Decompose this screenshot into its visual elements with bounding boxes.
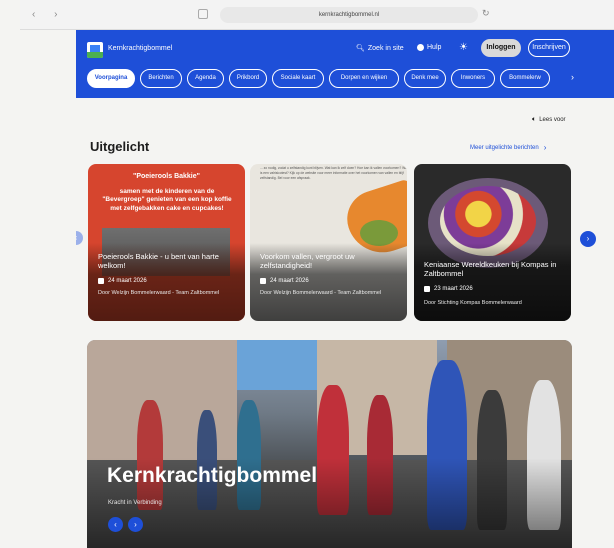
- nav-item-sociale-kaart[interactable]: Sociale kaart: [272, 69, 324, 88]
- featured-card[interactable]: "Poeierools Bakkie" samen met de kindere…: [88, 164, 245, 321]
- poster-text: ... zo nodig, zodat u zelfstandig kunt b…: [260, 166, 407, 181]
- hero-banner: Kernkrachtigbommel Kracht in Verbinding …: [87, 340, 572, 548]
- browser-nav-arrows[interactable]: ‹ ›: [32, 9, 65, 20]
- help-link[interactable]: Hulp: [417, 44, 441, 51]
- hero-next-button[interactable]: ›: [128, 517, 143, 532]
- card-organization: Door Stichting Kompas Bommelerwaard: [424, 300, 522, 306]
- theme-toggle-icon[interactable]: ☀: [459, 42, 468, 53]
- page: Kernkrachtigbommel 🔍︎ Zoek in site Hulp …: [76, 30, 614, 548]
- poster-heading: "Poeierools Bakkie": [133, 173, 200, 180]
- card-date: 24 maart 2026: [260, 278, 309, 284]
- search-link[interactable]: 🔍︎ Zoek in site: [356, 44, 404, 53]
- calendar-icon: [424, 286, 430, 292]
- nav-item-prikbord[interactable]: Prikbord: [229, 69, 267, 88]
- hero-title: Kernkrachtigbommel: [107, 464, 318, 487]
- more-featured-link[interactable]: Meer uitgelichte berichten ›: [470, 143, 546, 152]
- calendar-icon: [260, 278, 266, 284]
- featured-card[interactable]: ... zo nodig, zodat u zelfstandig kunt b…: [250, 164, 407, 321]
- nav-item-inwoners[interactable]: Inwoners: [451, 69, 495, 88]
- login-button[interactable]: Inloggen: [481, 39, 521, 57]
- card-title[interactable]: Voorkom vallen, vergroot uw zelfstandigh…: [260, 252, 400, 271]
- read-aloud-label: Lees voor: [539, 117, 566, 123]
- site-name[interactable]: Kernkrachtigbommel: [108, 45, 172, 52]
- carousel-next-button[interactable]: ›: [580, 231, 596, 247]
- nav-item-dorpen-en-wijken[interactable]: Dorpen en wijken: [329, 69, 399, 88]
- carousel-prev-button[interactable]: ‹: [76, 231, 83, 245]
- chevron-right-icon: ›: [543, 143, 547, 152]
- signup-button[interactable]: Inschrijven: [528, 39, 570, 57]
- shield-icon: [198, 9, 208, 19]
- card-organization: Door Welzijn Bommelerwaard - Team Zaltbo…: [260, 290, 382, 296]
- speaker-icon: 🔈︎: [532, 116, 537, 123]
- reload-icon[interactable]: ↻: [482, 8, 490, 19]
- help-label: Hulp: [427, 44, 442, 51]
- nav-item-bommelerwaard[interactable]: Bommelerw: [500, 69, 550, 88]
- hero-prev-button[interactable]: ‹: [108, 517, 123, 532]
- nav-item-denk-mee[interactable]: Denk mee: [404, 69, 446, 88]
- poster-body: samen met de kinderen van de "Bevergroep…: [102, 188, 232, 212]
- card-title[interactable]: Keniaanse Wereldkeuken bij Kompas in Zal…: [424, 260, 564, 279]
- nav-item-berichten[interactable]: Berichten: [140, 69, 182, 88]
- featured-card[interactable]: Keniaanse Wereldkeuken bij Kompas in Zal…: [414, 164, 571, 321]
- browser-toolbar: ‹ › kernkrachtigbommel.nl ↻: [20, 0, 614, 30]
- section-title: Uitgelicht: [90, 139, 150, 154]
- help-icon: [417, 44, 424, 51]
- site-header: Kernkrachtigbommel 🔍︎ Zoek in site Hulp …: [76, 30, 614, 98]
- card-date-label: 23 maart 2026: [434, 286, 473, 292]
- read-aloud-button[interactable]: 🔈︎ Lees voor: [532, 116, 566, 124]
- calendar-icon: [98, 278, 104, 284]
- more-featured-label: Meer uitgelichte berichten: [470, 144, 539, 151]
- nav-scroll-next-icon[interactable]: ›: [571, 72, 574, 82]
- nav-item-voorpagina[interactable]: Voorpagina: [87, 69, 135, 88]
- card-date-label: 24 maart 2026: [270, 278, 309, 284]
- search-label: Zoek in site: [367, 44, 404, 52]
- url-bar[interactable]: kernkrachtigbommel.nl: [220, 7, 478, 23]
- card-date: 24 maart 2026: [98, 278, 147, 284]
- main-nav: Voorpagina Berichten Agenda Prikbord Soc…: [87, 69, 587, 89]
- hero-subtitle: Kracht in Verbinding: [108, 500, 162, 506]
- card-organization: Door Welzijn Bommelerwaard - Team Zaltbo…: [98, 290, 220, 296]
- nav-item-agenda[interactable]: Agenda: [187, 69, 224, 88]
- card-date: 23 maart 2026: [424, 286, 473, 292]
- card-date-label: 24 maart 2026: [108, 278, 147, 284]
- site-logo[interactable]: [87, 42, 103, 58]
- search-icon: 🔍︎: [356, 45, 365, 52]
- card-title[interactable]: Poeierools Bakkie - u bent van harte wel…: [98, 252, 238, 271]
